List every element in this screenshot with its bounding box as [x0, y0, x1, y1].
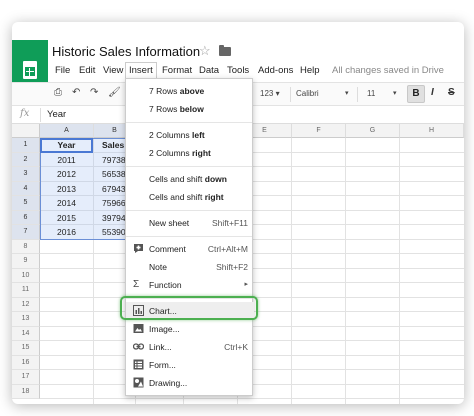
- menu-edit[interactable]: Edit: [76, 64, 98, 77]
- cell-year[interactable]: 2014: [40, 196, 93, 211]
- insert-rows-below[interactable]: 7 Rows below: [126, 100, 254, 118]
- row-header[interactable]: 12: [12, 297, 40, 312]
- insert-rows-above[interactable]: 7 Rows above: [126, 82, 254, 100]
- font-size-dropdown-icon[interactable]: ▾: [393, 89, 397, 97]
- row-header[interactable]: 15: [12, 341, 40, 356]
- menu-view[interactable]: View: [100, 64, 126, 77]
- menu-help[interactable]: Help: [297, 64, 323, 77]
- cell-year[interactable]: 2015: [40, 211, 93, 226]
- row-header[interactable]: 17: [12, 370, 40, 385]
- bold-button[interactable]: B: [407, 85, 425, 103]
- sheets-icon: [23, 61, 37, 79]
- document-title[interactable]: Historic Sales Information: [52, 44, 200, 59]
- print-icon[interactable]: ⎙: [54, 87, 62, 98]
- column-header-f[interactable]: F: [292, 124, 346, 138]
- row-header[interactable]: 18: [12, 384, 40, 399]
- row-header[interactable]: 7: [12, 225, 40, 240]
- font-select[interactable]: Calibri: [296, 89, 319, 98]
- sigma-icon: Σ: [133, 279, 140, 290]
- row-header[interactable]: 1: [12, 138, 40, 153]
- save-status[interactable]: All changes saved in Drive: [332, 65, 444, 76]
- cell-year[interactable]: 2016: [40, 225, 93, 240]
- insert-comment[interactable]: Comment Ctrl+Alt+M: [126, 240, 254, 258]
- font-dropdown-icon[interactable]: ▾: [345, 89, 349, 97]
- menu-addons[interactable]: Add-ons: [255, 64, 296, 77]
- row-header[interactable]: 3: [12, 167, 40, 182]
- insert-note[interactable]: Note Shift+F2: [126, 258, 254, 276]
- drawing-icon: [133, 377, 144, 388]
- formula-input[interactable]: Year: [47, 109, 66, 120]
- insert-form[interactable]: Form...: [126, 356, 254, 374]
- row-header[interactable]: 6: [12, 210, 40, 225]
- insert-cells-shift-right[interactable]: Cells and shift right: [126, 188, 254, 206]
- menu-insert[interactable]: Insert: [125, 62, 157, 79]
- row-header[interactable]: 14: [12, 326, 40, 341]
- row-header[interactable]: 10: [12, 268, 40, 283]
- folder-icon[interactable]: [219, 45, 231, 56]
- menu-tools[interactable]: Tools: [224, 64, 252, 77]
- redo-icon[interactable]: ↷: [90, 87, 98, 98]
- column-header-h[interactable]: H: [400, 124, 464, 138]
- font-size-select[interactable]: 11: [367, 89, 375, 98]
- fx-icon: fx: [20, 108, 30, 119]
- submenu-arrow-icon: ▸: [244, 281, 248, 288]
- cell-a1[interactable]: Year: [40, 138, 93, 153]
- cell-year[interactable]: 2011: [40, 153, 93, 168]
- column-header-g[interactable]: G: [346, 124, 400, 138]
- insert-new-sheet[interactable]: New sheet Shift+F11: [126, 214, 254, 232]
- select-all-corner[interactable]: [12, 124, 40, 138]
- chart-highlight-box: [120, 296, 258, 320]
- undo-icon[interactable]: ↶: [72, 87, 80, 98]
- image-icon: [133, 324, 144, 333]
- insert-cells-shift-down[interactable]: Cells and shift down: [126, 170, 254, 188]
- strikethrough-button[interactable]: S: [448, 87, 455, 98]
- star-icon[interactable]: ☆: [199, 43, 211, 59]
- paint-format-icon[interactable]: 🖌: [108, 87, 121, 98]
- app-window: Historic Sales Information ☆ File Edit V…: [12, 22, 464, 404]
- insert-drawing[interactable]: Drawing...: [126, 374, 254, 392]
- insert-function[interactable]: Σ Function ▸: [126, 276, 254, 294]
- insert-columns-left[interactable]: 2 Columns left: [126, 126, 254, 144]
- row-header[interactable]: 13: [12, 312, 40, 327]
- menu-format[interactable]: Format: [159, 64, 195, 77]
- number-format-select[interactable]: 123 ▾: [260, 89, 280, 98]
- insert-columns-right[interactable]: 2 Columns right: [126, 144, 254, 162]
- link-icon: [133, 343, 144, 350]
- insert-link[interactable]: Link... Ctrl+K: [126, 338, 254, 356]
- insert-menu: 7 Rows above 7 Rows below 2 Columns left…: [125, 78, 254, 396]
- row-header[interactable]: 5: [12, 196, 40, 211]
- insert-image[interactable]: Image...: [126, 320, 254, 338]
- menu-file[interactable]: File: [52, 64, 73, 77]
- row-header[interactable]: 9: [12, 254, 40, 269]
- row-header[interactable]: 11: [12, 283, 40, 298]
- cell-year[interactable]: 2013: [40, 182, 93, 197]
- form-icon: [133, 359, 144, 370]
- cell-year[interactable]: 2012: [40, 167, 93, 182]
- row-header[interactable]: 16: [12, 355, 40, 370]
- row-header[interactable]: 2: [12, 152, 40, 167]
- row-header[interactable]: 4: [12, 181, 40, 196]
- row-header[interactable]: 8: [12, 239, 40, 254]
- comment-icon: [134, 244, 143, 253]
- italic-button[interactable]: I: [431, 87, 434, 98]
- menu-data[interactable]: Data: [196, 64, 222, 77]
- column-header-a[interactable]: A: [40, 124, 94, 138]
